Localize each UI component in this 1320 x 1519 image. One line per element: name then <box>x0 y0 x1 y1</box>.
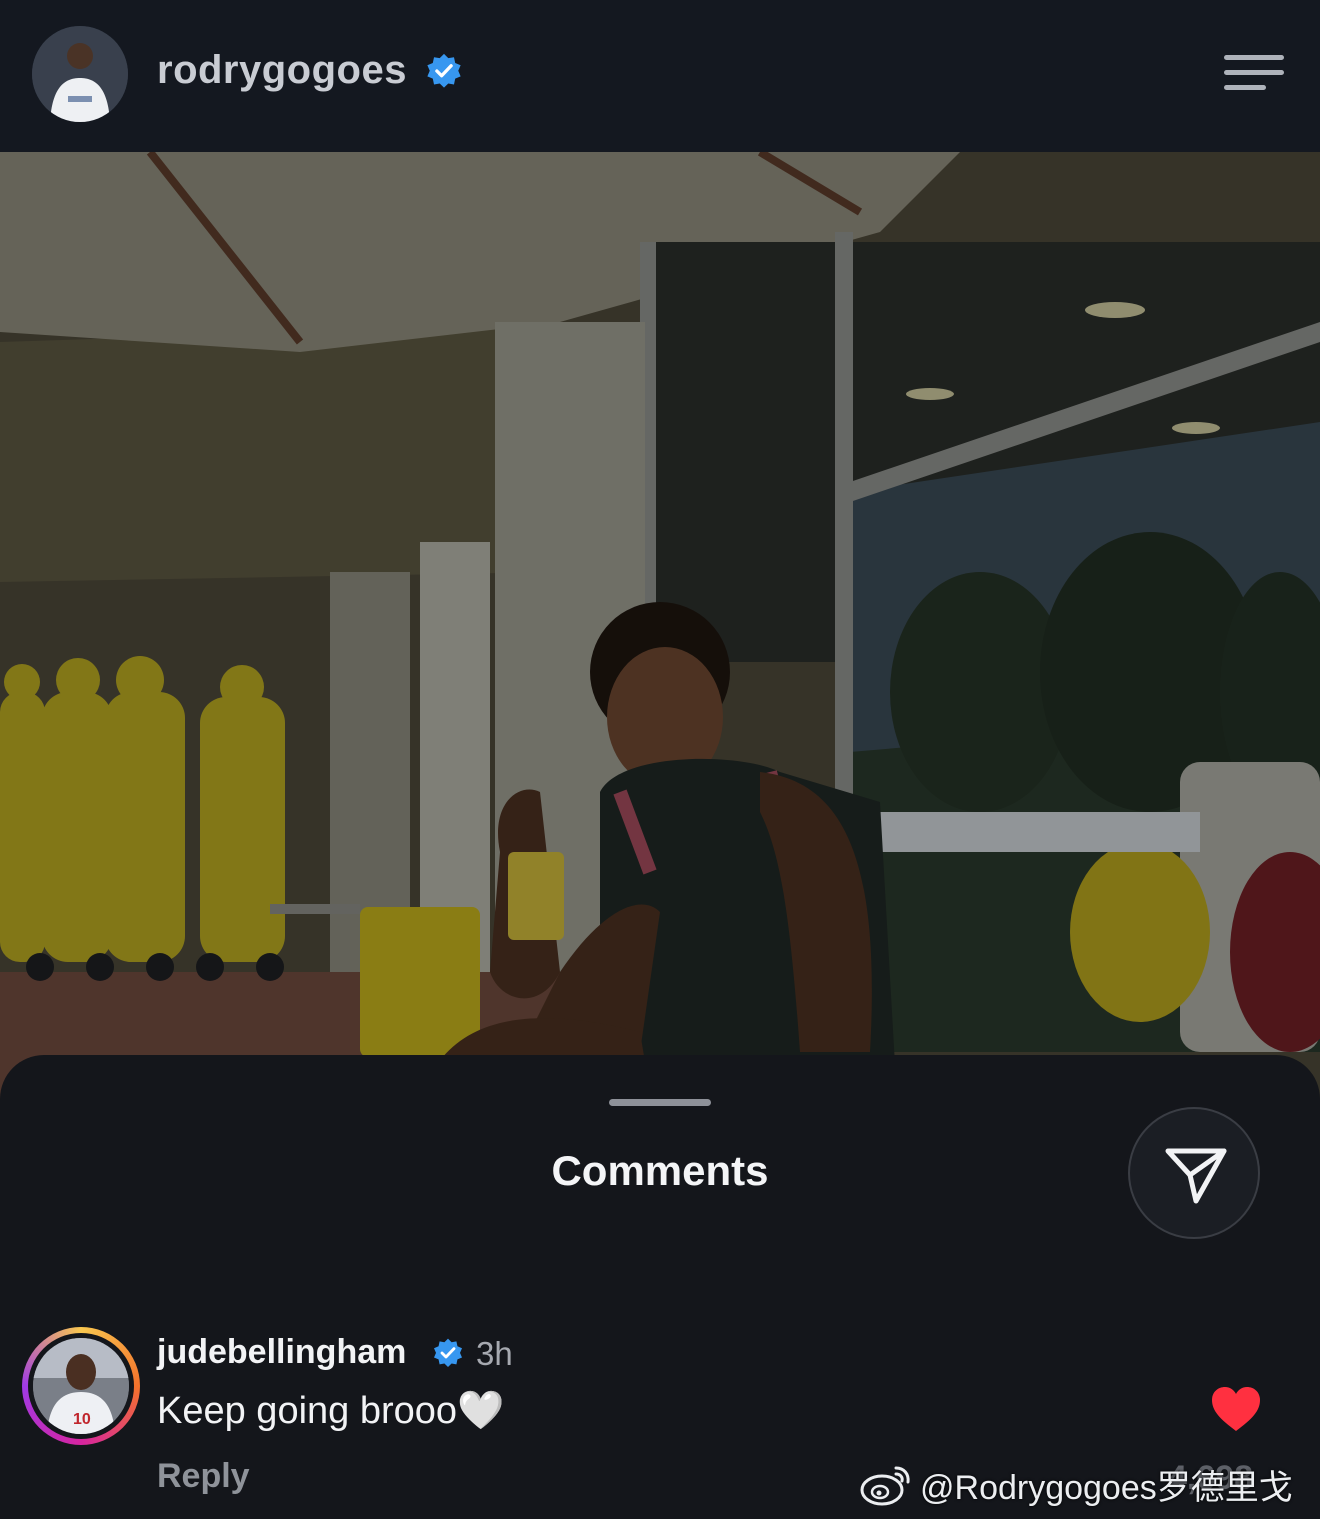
weibo-watermark: @Rodrygogoes罗德里戈 <box>860 1460 1293 1508</box>
menu-button[interactable] <box>1222 52 1284 92</box>
post-header: rodrygogoes <box>0 0 1320 152</box>
profile-avatar[interactable] <box>32 26 128 122</box>
post-username[interactable]: rodrygogoes <box>157 48 407 93</box>
hamburger-menu-icon-line <box>1224 70 1284 75</box>
comment-timestamp: 3h <box>476 1335 513 1372</box>
sheet-grabber[interactable] <box>609 1099 711 1106</box>
verified-badge-icon <box>434 1338 462 1367</box>
commenter-avatar-image: 10 <box>33 1338 129 1434</box>
hamburger-menu-icon <box>1224 55 1284 60</box>
weibo-logo-icon <box>860 1466 910 1506</box>
commenter-avatar[interactable]: 10 <box>22 1327 140 1445</box>
hamburger-menu-icon-line <box>1224 85 1266 90</box>
reply-button[interactable]: Reply <box>157 1457 250 1496</box>
comment-username[interactable]: judebellingham <box>157 1333 406 1372</box>
send-icon <box>1165 1148 1227 1204</box>
svg-text:10: 10 <box>73 1411 91 1428</box>
share-button[interactable] <box>1128 1107 1260 1239</box>
post-photo[interactable] <box>0 152 1320 1152</box>
verified-badge-icon <box>427 53 461 88</box>
comment-text: Keep going brooo🤍 <box>157 1390 505 1432</box>
comments-title: Comments <box>551 1147 769 1194</box>
comments-sheet: Comments 10 judebellingham 3h Keep going <box>0 1055 1320 1519</box>
watermark-text: @Rodrygogoes罗德里戈 <box>920 1468 1293 1507</box>
heart-icon[interactable] <box>1210 1385 1262 1433</box>
